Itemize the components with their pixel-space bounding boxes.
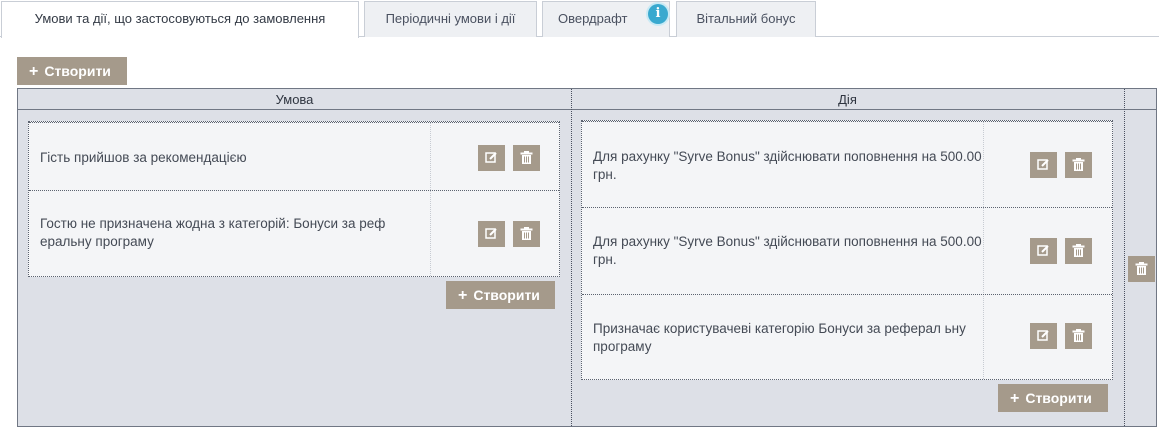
action-row: Призначає користувачеві категорію Бонуси…: [582, 294, 1112, 380]
edit-condition-button[interactable]: [478, 221, 505, 247]
delete-condition-button[interactable]: [513, 221, 540, 247]
create-button-label: Створити: [44, 63, 111, 79]
create-action-button[interactable]: + Створити: [998, 384, 1108, 412]
action-text: Для рахунку "Syrve Bonus" здійснювати по…: [593, 149, 982, 182]
action-text: Для рахунку "Syrve Bonus" здійснювати по…: [593, 234, 982, 267]
action-row: Для рахунку "Syrve Bonus" здійснювати по…: [582, 207, 1112, 294]
column-divider: [571, 89, 572, 426]
edit-icon: [485, 228, 497, 239]
condition-text: Гість прийшов за рекомендацією: [40, 150, 247, 165]
condition-row: Гість прийшов за рекомендацією: [29, 122, 559, 190]
tab-label: Періодичні умови і дії: [385, 11, 516, 26]
info-icon[interactable]: i: [648, 4, 668, 24]
column-header-action: Дія: [571, 89, 1124, 110]
edit-action-button[interactable]: [1030, 152, 1057, 178]
edit-action-button[interactable]: [1030, 238, 1057, 264]
trash-icon: [1072, 244, 1085, 257]
action-text: Призначає користувачеві категорію Бонуси…: [593, 321, 966, 354]
tab-bar: Умови та дії, що застосовуються до замов…: [0, 0, 1159, 38]
column-header-empty: [1124, 89, 1156, 110]
trash-icon: [1072, 158, 1085, 171]
condition-text: Гостю не призначена жодна з категорій: Б…: [40, 216, 386, 249]
edit-icon: [485, 152, 497, 163]
create-button-label: Створити: [473, 287, 540, 303]
tab-welcome-bonus[interactable]: Вітальний бонус: [676, 1, 816, 37]
tab-label: Овердрафт: [558, 11, 628, 26]
tab-label: Умови та дії, що застосовуються до замов…: [34, 11, 326, 26]
trash-icon: [520, 151, 533, 164]
actions-list: Для рахунку "Syrve Bonus" здійснювати по…: [581, 120, 1113, 380]
tab-periodic-conditions[interactable]: Періодичні умови і дії: [364, 1, 537, 37]
edit-condition-button[interactable]: [478, 145, 505, 171]
create-button[interactable]: + Створити: [17, 57, 127, 85]
conditions-list: Гість прийшов за рекомендацією Гостю не …: [28, 121, 560, 277]
edit-action-button[interactable]: [1030, 323, 1057, 349]
rules-table: Умова Дія Гість прийшов за рекомендацією…: [17, 88, 1157, 427]
delete-condition-button[interactable]: [513, 145, 540, 171]
delete-action-button[interactable]: [1065, 152, 1092, 178]
trash-icon: [1072, 329, 1085, 342]
plus-icon: +: [1010, 390, 1020, 407]
plus-icon: +: [29, 63, 39, 80]
tab-label: Вітальний бонус: [696, 11, 796, 26]
edit-icon: [1037, 330, 1049, 341]
column-header-condition: Умова: [18, 89, 571, 110]
create-button-label: Створити: [1025, 390, 1092, 406]
create-condition-button[interactable]: + Створити: [446, 281, 555, 309]
delete-action-button[interactable]: [1065, 323, 1092, 349]
trash-icon: [1135, 262, 1148, 275]
delete-action-button[interactable]: [1065, 238, 1092, 264]
column-divider: [1124, 89, 1125, 426]
trash-icon: [520, 227, 533, 240]
action-row: Для рахунку "Syrve Bonus" здійснювати по…: [582, 121, 1112, 207]
condition-row: Гостю не призначена жодна з категорій: Б…: [29, 190, 559, 277]
delete-rule-button[interactable]: [1128, 256, 1155, 282]
plus-icon: +: [458, 287, 468, 304]
edit-icon: [1037, 245, 1049, 256]
tab-order-conditions[interactable]: Умови та дії, що застосовуються до замов…: [1, 1, 359, 38]
edit-icon: [1037, 159, 1049, 170]
